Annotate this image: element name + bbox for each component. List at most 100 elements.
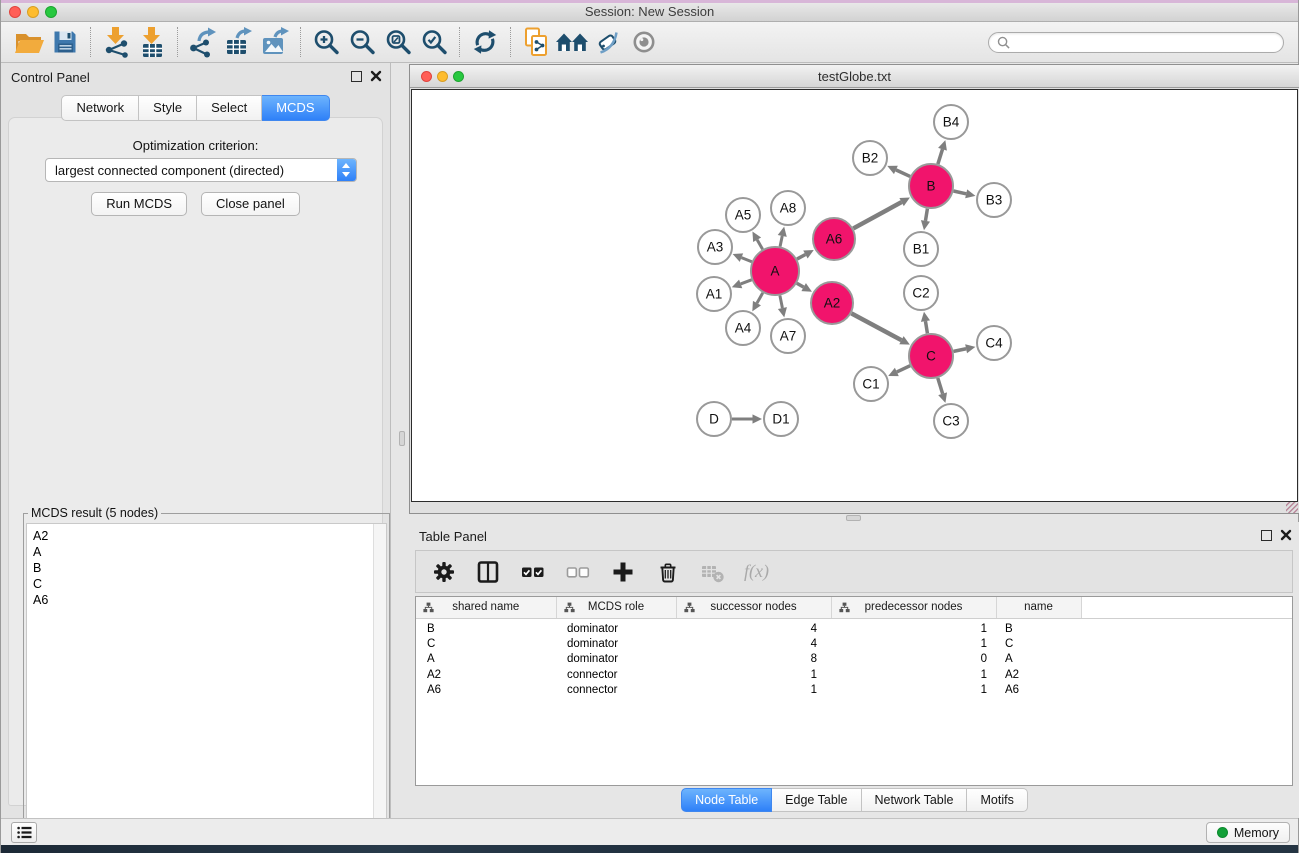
zoom-selected-icon[interactable] [416,25,452,59]
function-builder-icon[interactable]: f(x) [744,561,769,582]
float-table-panel-icon[interactable] [1261,530,1272,541]
open-file-icon[interactable] [11,25,47,59]
resize-grip-icon[interactable] [1286,502,1298,513]
float-panel-icon[interactable] [351,71,362,82]
table-cell[interactable]: A2 [416,668,556,684]
graph-edge-A2-C[interactable] [851,313,909,344]
column-header-shared-name[interactable]: shared name [416,597,556,618]
graph-edge-C-C3[interactable] [938,378,947,403]
tab-mcds[interactable]: MCDS [262,95,329,121]
table-cell[interactable]: A6 [416,683,556,699]
graph-edge-C-C2[interactable] [921,312,930,334]
graph-edge-B-B1[interactable] [921,209,930,231]
graph-edge-A-A2[interactable] [797,283,812,292]
hide-annotations-icon[interactable] [590,25,626,59]
column-header-mcds-role[interactable]: MCDS role [556,597,676,618]
mcds-result-item-A6[interactable]: A6 [27,592,386,608]
graph-node-D[interactable]: D [697,402,731,436]
create-new-column-icon[interactable] [610,559,636,585]
table-cell[interactable]: B [996,618,1081,637]
graph-edge-A-A4[interactable] [752,293,762,312]
table-cell[interactable]: 4 [676,618,831,637]
result-list-scrollbar[interactable] [373,524,386,850]
import-table-icon[interactable] [134,25,170,59]
table-cell[interactable]: 1 [831,637,996,653]
graph-node-D1[interactable]: D1 [764,402,798,436]
horizontal-splitter-handle[interactable] [846,515,861,521]
graph-node-A4[interactable]: A4 [726,311,760,345]
graph-edge-D-D1[interactable] [732,414,762,423]
graph-edge-C-C1[interactable] [888,366,910,376]
tab-style[interactable]: Style [139,95,197,121]
table-cell[interactable]: A6 [996,683,1081,699]
table-cell[interactable]: dominator [556,637,676,653]
table-cell[interactable]: 8 [676,652,831,668]
table-cell[interactable]: connector [556,668,676,684]
network-canvas[interactable]: AA1A2A3A4A5A6A7A8BB1B2B3B4CC1C2C3C4DD1 [411,89,1298,502]
column-header-successor-nodes[interactable]: successor nodes [676,597,831,618]
graph-edge-B-B4[interactable] [938,140,947,164]
mcds-result-item-A[interactable]: A [27,544,386,560]
graph-edge-A-A6[interactable] [797,250,814,259]
graph-node-C[interactable]: C [909,334,953,378]
table-cell[interactable]: A2 [996,668,1081,684]
import-network-icon[interactable] [98,25,134,59]
graph-edge-A-A7[interactable] [778,296,787,318]
table-cell[interactable]: 1 [676,668,831,684]
graph-edge-A-A5[interactable] [752,231,762,249]
tab-network[interactable]: Network [61,95,139,121]
graph-node-A5[interactable]: A5 [726,198,760,232]
table-cell[interactable]: 1 [831,683,996,699]
table-cell[interactable]: connector [556,683,676,699]
graph-node-B3[interactable]: B3 [977,183,1011,217]
column-header-name[interactable]: name [996,597,1081,618]
export-table-icon[interactable] [221,25,257,59]
graph-edge-A-A3[interactable] [733,253,752,262]
show-column-icon[interactable] [475,559,501,585]
mcds-result-item-B[interactable]: B [27,560,386,576]
zoom-in-icon[interactable] [308,25,344,59]
table-cell[interactable]: C [996,637,1081,653]
table-cell[interactable]: dominator [556,618,676,637]
graph-node-C2[interactable]: C2 [904,276,938,310]
graph-edge-B-B3[interactable] [953,189,975,198]
first-neighbors-icon[interactable] [554,25,590,59]
graph-node-B4[interactable]: B4 [934,105,968,139]
mcds-result-item-A2[interactable]: A2 [27,528,386,544]
graph-edge-C-C4[interactable] [954,344,976,353]
graph-node-A3[interactable]: A3 [698,230,732,264]
show-graphics-details-icon[interactable] [626,25,662,59]
graph-node-C4[interactable]: C4 [977,326,1011,360]
zoom-out-icon[interactable] [344,25,380,59]
tab-select[interactable]: Select [197,95,262,121]
graph-edge-B-B2[interactable] [887,166,910,177]
table-cell[interactable]: 1 [831,668,996,684]
table-cell[interactable]: C [416,637,556,653]
close-panel-button[interactable]: Close panel [201,192,300,216]
delete-columns-trash-icon[interactable] [655,559,681,585]
export-image-icon[interactable] [257,25,293,59]
close-panel-icon[interactable] [370,70,382,82]
close-table-panel-icon[interactable] [1280,529,1292,541]
table-cell[interactable]: 1 [676,683,831,699]
graph-node-B[interactable]: B [909,164,953,208]
optimization-criterion-select[interactable]: largest connected component (directed) [45,158,357,182]
mcds-result-item-C[interactable]: C [27,576,386,592]
search-input[interactable] [1015,35,1275,49]
graph-edge-A-A8[interactable] [778,227,787,247]
table-cell[interactable]: B [416,618,556,637]
graph-node-B2[interactable]: B2 [853,141,887,175]
select-all-checkboxes-icon[interactable] [520,560,546,584]
table-options-gear-icon[interactable] [432,560,456,584]
zoom-fit-content-icon[interactable] [380,25,416,59]
show-task-history-button[interactable] [11,822,37,843]
table-cell[interactable]: 4 [676,637,831,653]
table-cell[interactable]: A [996,652,1081,668]
graph-edge-A-A1[interactable] [732,280,752,289]
graph-node-A7[interactable]: A7 [771,319,805,353]
save-session-icon[interactable] [47,25,83,59]
table-cell[interactable]: dominator [556,652,676,668]
network-window-titlebar[interactable]: testGlobe.txt [410,65,1299,88]
graph-node-A[interactable]: A [751,247,799,295]
run-mcds-button[interactable]: Run MCDS [91,192,187,216]
